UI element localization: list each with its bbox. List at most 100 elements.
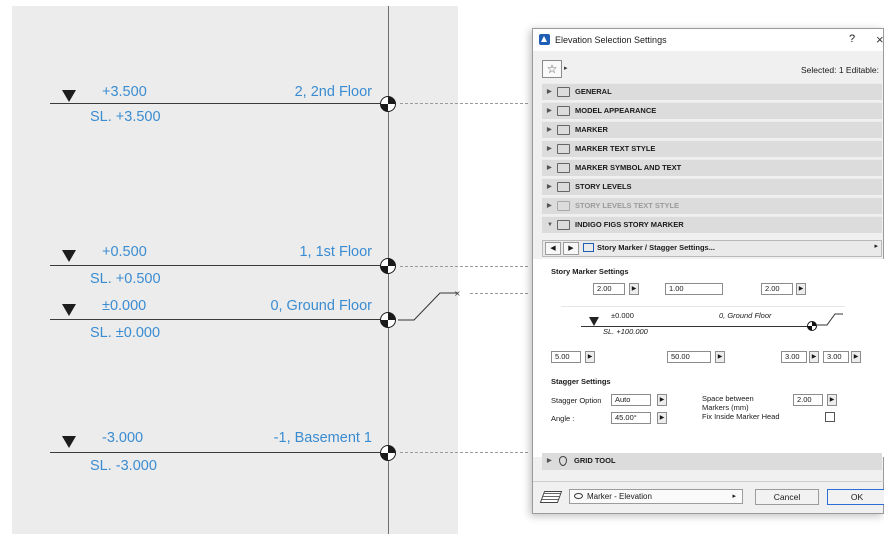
sea-level-text: SL. +0.500 — [90, 271, 161, 287]
top-offset-field-1[interactable]: 2.00 — [593, 283, 625, 295]
level-elevation-value: ±0.000 — [102, 298, 147, 314]
panel-grid-tool[interactable]: ▶ GRID TOOL — [542, 453, 882, 470]
level-marker-icon — [62, 90, 76, 102]
panel-marker[interactable]: ▶ MARKER — [542, 121, 882, 138]
fix-inside-marker-label: Fix Inside Marker Head — [702, 412, 780, 421]
layer-selector[interactable]: Marker - Elevation ▸ — [569, 489, 743, 504]
field-arrow-icon[interactable]: ▶ — [657, 394, 667, 406]
level-marker-icon — [62, 304, 76, 316]
archicad-app-icon — [539, 34, 550, 45]
marker-icon — [557, 125, 570, 135]
level-elevation-value: +0.500 — [102, 244, 147, 260]
stagger-option-field[interactable]: Auto — [611, 394, 651, 406]
symbol-text-icon — [557, 163, 570, 173]
previous-page-button[interactable]: ◀ — [545, 242, 561, 255]
ok-button[interactable]: OK — [827, 489, 884, 505]
story-marker-heading: Story Marker Settings — [551, 267, 629, 276]
model-appearance-icon — [557, 106, 570, 116]
panel-model-appearance[interactable]: ▶ MODEL APPEARANCE — [542, 102, 882, 119]
grid-bubble-icon — [380, 445, 396, 461]
preview-grid-bubble-icon — [807, 321, 817, 331]
bottom-offset-field-2[interactable]: 50.00 — [667, 351, 711, 363]
space-between-field[interactable]: 2.00 — [793, 394, 823, 406]
subpage-caret-icon: ▸ — [874, 243, 878, 250]
expand-arrow-icon: ▶ — [547, 146, 552, 152]
field-arrow-icon[interactable]: ▶ — [851, 351, 861, 363]
sea-level-text: SL. -3.000 — [90, 458, 157, 474]
fix-inside-marker-checkbox[interactable] — [825, 412, 835, 422]
space-between-unit-label: Markers (mm) — [702, 403, 749, 412]
general-icon — [557, 87, 570, 97]
panel-story-levels[interactable]: ▶ STORY LEVELS — [542, 178, 882, 195]
layer-icon — [539, 491, 563, 503]
top-offset-field-2[interactable]: 1.00 — [665, 283, 723, 295]
preview-level-value: ±0.000 — [611, 311, 634, 320]
level-marker-icon — [62, 436, 76, 448]
preview-stagger-leader — [817, 313, 843, 326]
dimension-dash — [470, 293, 528, 294]
next-page-button[interactable]: ▶ — [563, 242, 579, 255]
subpage-navigator[interactable]: ◀ ▶ Story Marker / Stagger Settings... ▸ — [542, 240, 882, 257]
expand-arrow-icon: ▶ — [547, 108, 552, 114]
subpage-selector[interactable]: Story Marker / Stagger Settings... — [583, 243, 715, 253]
story-name: 0, Ground Floor — [270, 298, 372, 314]
story-name: 1, 1st Floor — [299, 244, 372, 260]
preview-story-name: 0, Ground Floor — [719, 311, 772, 320]
expand-arrow-icon: ▶ — [547, 184, 552, 190]
bottom-offset-field-3[interactable]: 3.00 — [781, 351, 807, 363]
panel-indigo-figs-story-marker[interactable]: ▼ INDIGO FIGS STORY MARKER — [542, 216, 882, 233]
dialog-title: Elevation Selection Settings — [555, 35, 667, 45]
preview-level-marker-icon — [589, 317, 599, 326]
close-button[interactable]: × — [876, 32, 884, 47]
svg-text:×: × — [454, 289, 461, 298]
expand-arrow-icon: ▶ — [547, 458, 552, 464]
space-between-label: Space between — [702, 394, 754, 403]
elevation-selection-settings-dialog[interactable]: Elevation Selection Settings ? × ☆ ▸ Sel… — [532, 28, 884, 514]
angle-field[interactable]: 45.00° — [611, 412, 651, 424]
story-name: -1, Basement 1 — [273, 430, 372, 446]
panel-general[interactable]: ▶ GENERAL — [542, 83, 882, 100]
symbol-text-icon — [557, 220, 570, 230]
panel-marker-symbol-and-text[interactable]: ▶ MARKER SYMBOL AND TEXT — [542, 159, 882, 176]
favorites-row: ☆ ▸ Selected: 1 Editable: — [533, 57, 883, 83]
dialog-titlebar[interactable]: Elevation Selection Settings ? × — [533, 29, 884, 51]
favorites-arrow-icon[interactable]: ▸ — [564, 64, 568, 72]
field-arrow-icon[interactable]: ▶ — [629, 283, 639, 295]
field-arrow-icon[interactable]: ▶ — [585, 351, 595, 363]
field-arrow-icon[interactable]: ▶ — [809, 351, 819, 363]
story-level-line — [50, 103, 390, 104]
layer-caret-icon: ▸ — [732, 493, 736, 500]
stagger-leader: × — [398, 289, 461, 321]
field-arrow-icon[interactable]: ▶ — [715, 351, 725, 363]
top-offset-field-3[interactable]: 2.00 — [761, 283, 793, 295]
dimension-dash — [400, 103, 528, 104]
stagger-option-label: Stagger Option — [551, 396, 602, 405]
favorites-star-icon[interactable]: ☆ — [542, 60, 562, 78]
cancel-button[interactable]: Cancel — [755, 489, 819, 505]
level-elevation-value: +3.500 — [102, 84, 147, 100]
selected-count: Selected: 1 Editable: — [801, 65, 879, 75]
text-style-icon — [557, 201, 570, 211]
grid-tool-icon — [559, 456, 567, 466]
bottom-offset-field-4[interactable]: 3.00 — [823, 351, 849, 363]
panel-marker-text-style[interactable]: ▶ MARKER TEXT STYLE — [542, 140, 882, 157]
bottom-offset-field-1[interactable]: 5.00 — [551, 351, 581, 363]
expand-arrow-icon: ▶ — [547, 165, 552, 171]
field-arrow-icon[interactable]: ▶ — [796, 283, 806, 295]
panel-story-levels-text-style[interactable]: ▶ STORY LEVELS TEXT STYLE — [542, 197, 882, 214]
sea-level-text: SL. +3.500 — [90, 109, 161, 125]
preview-sea-level: SL. +100.000 — [603, 327, 648, 336]
field-arrow-icon[interactable]: ▶ — [827, 394, 837, 406]
marker-preview: ±0.000 0, Ground Floor SL. +100.000 — [561, 306, 845, 338]
eye-icon — [574, 493, 583, 499]
story-level-line — [50, 265, 390, 266]
level-elevation-value: -3.000 — [102, 430, 144, 446]
dialog-footer: Marker - Elevation ▸ Cancel OK — [533, 481, 884, 511]
dimension-dash — [400, 266, 528, 267]
collapse-arrow-icon: ▼ — [547, 222, 553, 228]
help-button[interactable]: ? — [849, 33, 855, 45]
story-level-line — [50, 452, 390, 453]
text-style-icon — [557, 144, 570, 154]
field-arrow-icon[interactable]: ▶ — [657, 412, 667, 424]
angle-label: Angle : — [551, 414, 575, 423]
